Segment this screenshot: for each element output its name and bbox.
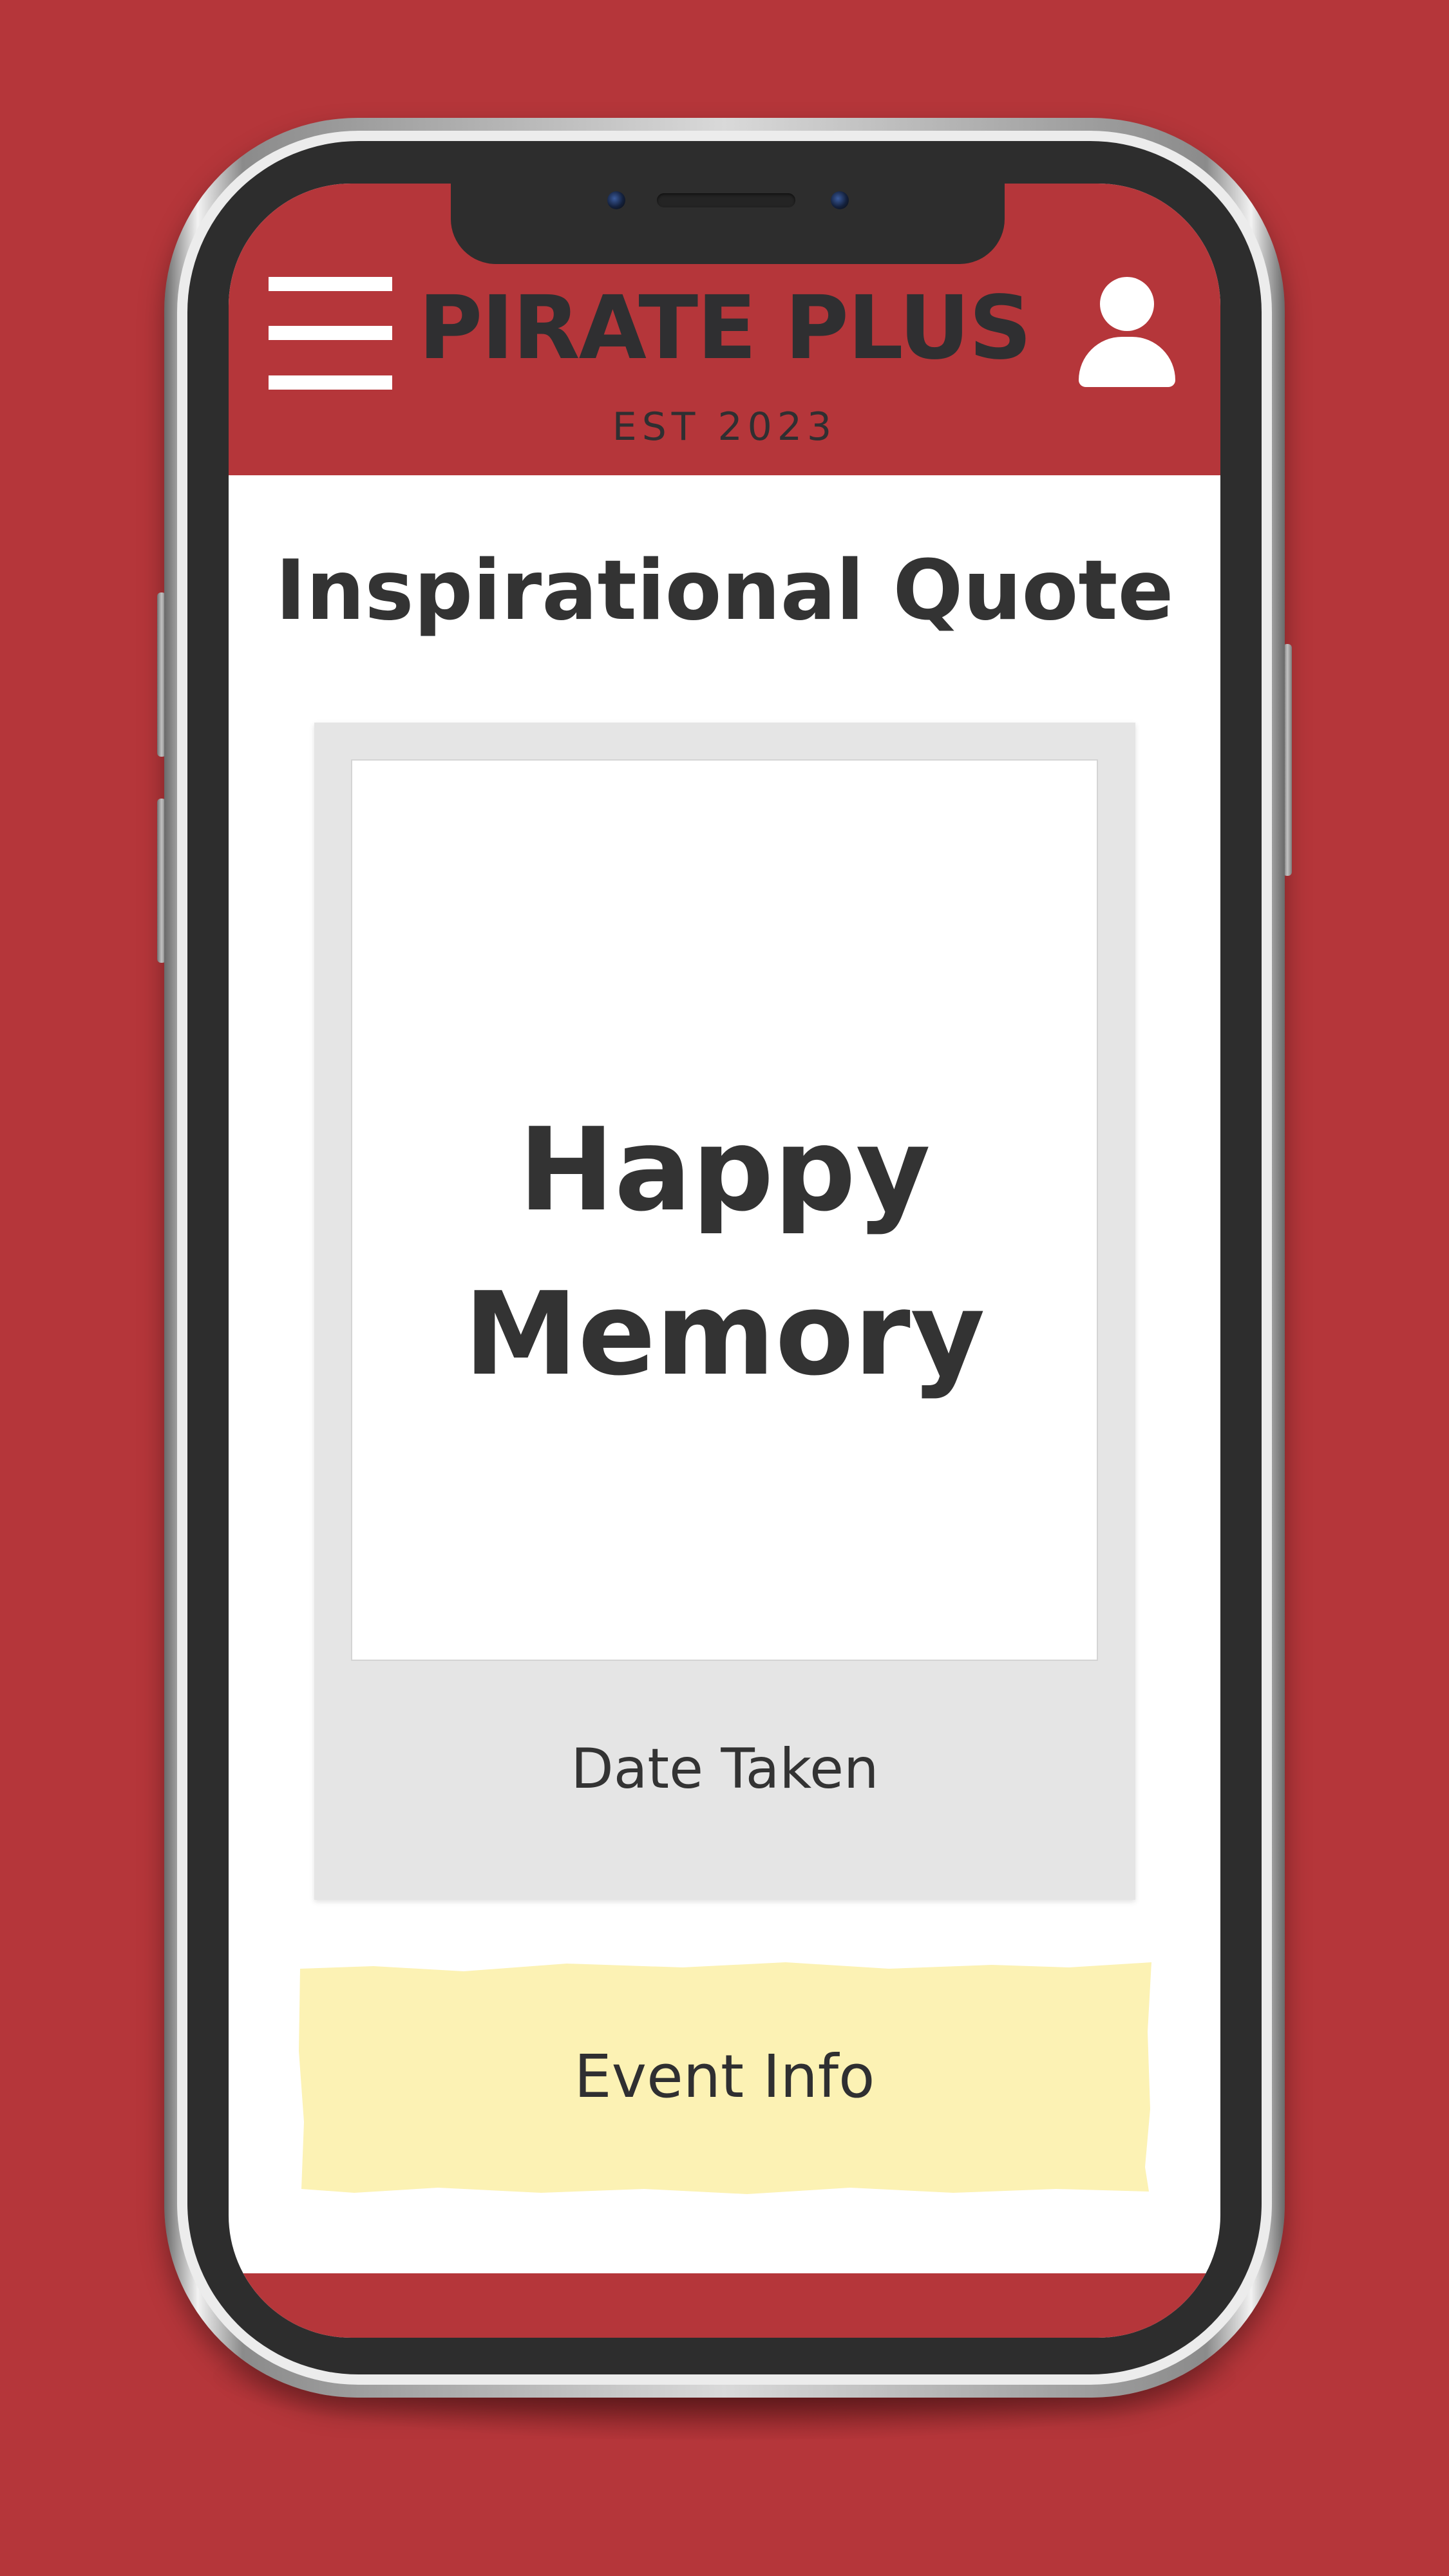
brand-tagline: EST 2023 <box>612 404 837 450</box>
polaroid-photo[interactable]: Happy Memory <box>351 759 1098 1661</box>
photo-caption-line1: Happy <box>518 1103 931 1236</box>
date-taken-label: Date Taken <box>571 1737 879 1801</box>
event-info-button[interactable]: Event Info <box>296 1955 1153 2199</box>
hamburger-menu-icon-middle <box>269 326 392 340</box>
footer-bar <box>229 2273 1220 2338</box>
speaker-grille <box>657 193 795 207</box>
menu-button[interactable] <box>269 277 392 390</box>
hamburger-menu-icon-bottom <box>269 375 392 390</box>
hamburger-menu-icon <box>269 277 392 291</box>
polaroid-card: Happy Memory Date Taken <box>314 723 1135 1900</box>
photo-caption-line2: Memory <box>464 1267 985 1401</box>
profile-button[interactable] <box>1079 274 1175 396</box>
brand-title: PIRATE PLUS <box>418 278 1032 379</box>
photo-caption: Happy Memory <box>351 1088 1098 1416</box>
phone-screen: PIRATE PLUS EST 2023 Inspirational Quote… <box>229 184 1220 2338</box>
camera-icon <box>607 191 625 209</box>
event-info-label: Event Info <box>574 2042 875 2111</box>
sensor-icon <box>831 191 849 209</box>
user-profile-icon-body <box>1079 337 1175 387</box>
page-title: Inspirational Quote <box>275 543 1174 639</box>
phone-notch <box>451 184 1005 264</box>
user-profile-icon <box>1100 277 1154 331</box>
